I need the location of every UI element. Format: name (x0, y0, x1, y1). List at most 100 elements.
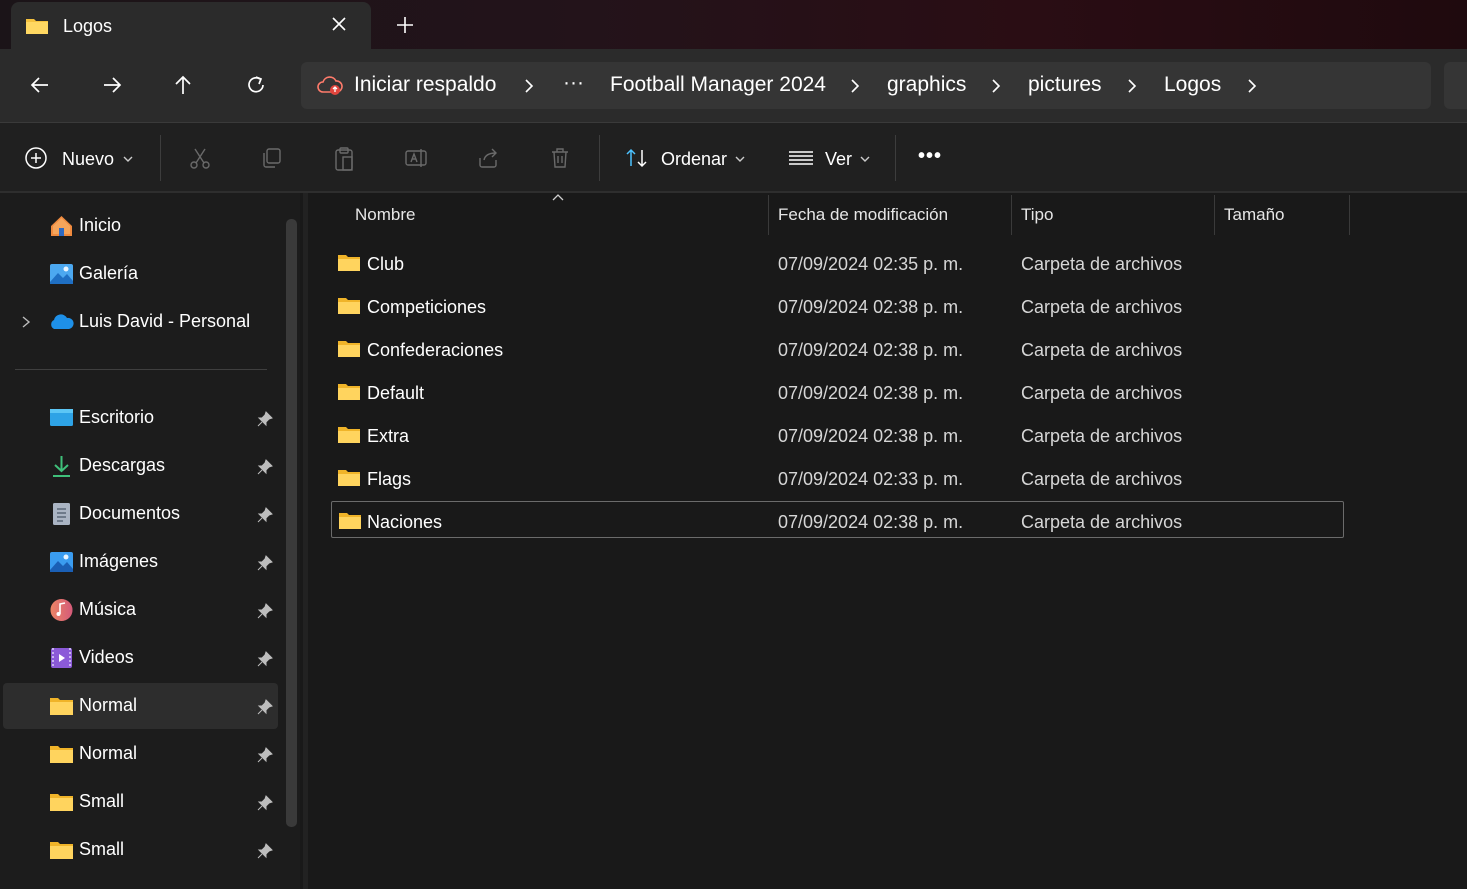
chevron-down-icon (860, 156, 870, 162)
column-separator[interactable] (1011, 195, 1012, 235)
sidebar-item-imagenes[interactable]: Imágenes (3, 539, 278, 585)
file-name: Default (367, 383, 425, 403)
arrow-up-icon[interactable] (169, 71, 197, 99)
file-name: Flags (367, 469, 412, 489)
column-header-type[interactable]: Tipo (1021, 205, 1053, 225)
chevron-right-icon[interactable] (20, 315, 32, 329)
sidebar-item-galeria[interactable]: Galería (3, 251, 278, 297)
file-name: Naciones (367, 512, 443, 532)
breadcrumb-overflow[interactable]: ··· (563, 71, 584, 95)
folder-icon (50, 698, 73, 715)
folder-icon (338, 384, 360, 400)
sidebar-item-videos[interactable]: Videos (3, 635, 278, 681)
cut-icon[interactable] (188, 146, 212, 170)
new-button[interactable]: Nuevo (18, 137, 143, 179)
sidebar-item-descargas[interactable]: Descargas (3, 443, 278, 489)
close-icon[interactable] (327, 12, 351, 36)
search-box[interactable] (1444, 62, 1467, 109)
folder-icon (50, 794, 73, 811)
column-header-size[interactable]: Tamaño (1224, 205, 1284, 225)
sidebar-item-label: Luis David - Personal (79, 311, 251, 331)
column-header-date[interactable]: Fecha de modificación (778, 205, 948, 225)
rename-icon[interactable] (404, 146, 430, 170)
breadcrumb-item-pictures[interactable]: pictures (1028, 73, 1102, 97)
chevron-right-icon[interactable] (521, 77, 537, 95)
download-icon (53, 456, 70, 477)
column-separator[interactable] (1349, 195, 1350, 235)
videos-icon (51, 648, 72, 668)
table-row[interactable]: Default 07/09/2024 02:38 p. m. Carpeta d… (331, 374, 1344, 411)
delete-icon[interactable] (548, 146, 572, 170)
cloud-backup-icon (317, 76, 343, 95)
more-options-button[interactable]: ••• (918, 145, 942, 168)
pin-icon[interactable] (256, 602, 274, 620)
sidebar-item-label: Normal (79, 695, 138, 715)
chevron-right-icon[interactable] (1124, 77, 1140, 95)
sidebar-item-escritorio[interactable]: Escritorio (3, 395, 278, 441)
gallery-icon (50, 264, 73, 284)
file-date: 07/09/2024 02:38 p. m. (778, 426, 964, 446)
chevron-down-icon (123, 156, 133, 162)
column-separator[interactable] (1214, 195, 1215, 235)
new-tab-icon[interactable] (392, 12, 418, 38)
navigation-pane: Inicio Galería Luis David - Personal Esc… (0, 193, 300, 889)
chevron-right-icon[interactable] (1244, 77, 1260, 95)
pin-icon[interactable] (256, 506, 274, 524)
view-button[interactable]: Ver (782, 137, 882, 179)
new-label: Nuevo (62, 149, 115, 169)
chevron-right-icon[interactable] (988, 77, 1004, 95)
sidebar-item-normal[interactable]: Normal (3, 731, 278, 777)
refresh-icon[interactable] (242, 71, 270, 99)
file-name: Extra (367, 426, 410, 446)
file-type: Carpeta de archivos (1021, 426, 1183, 446)
pin-icon[interactable] (256, 458, 274, 476)
sidebar-item-label: Inicio (79, 215, 122, 235)
sidebar-item-documentos[interactable]: Documentos (3, 491, 278, 537)
paste-icon[interactable] (332, 146, 356, 172)
sidebar-item-musica[interactable]: Música (3, 587, 278, 633)
sidebar-scrollbar[interactable] (286, 219, 297, 827)
chevron-right-icon[interactable] (847, 77, 863, 95)
table-row[interactable]: Extra 07/09/2024 02:38 p. m. Carpeta de … (331, 417, 1344, 454)
address-bar[interactable]: Iniciar respaldo ··· Football Manager 20… (301, 62, 1431, 109)
column-separator[interactable] (768, 195, 769, 235)
sort-icon (626, 148, 647, 168)
table-row[interactable]: Naciones 07/09/2024 02:38 p. m. Carpeta … (331, 501, 1344, 538)
sidebar-item-normal[interactable]: Normal (3, 683, 278, 729)
table-row[interactable]: Flags 07/09/2024 02:33 p. m. Carpeta de … (331, 460, 1344, 497)
home-icon (51, 216, 72, 236)
pin-icon[interactable] (256, 794, 274, 812)
table-row[interactable]: Club 07/09/2024 02:35 p. m. Carpeta de a… (331, 245, 1344, 282)
sidebar-item-inicio[interactable]: Inicio (3, 203, 278, 249)
tab-title: Logos (63, 16, 113, 36)
sidebar-item-label: Descargas (79, 455, 166, 475)
file-type: Carpeta de archivos (1021, 297, 1183, 317)
breadcrumb-backup[interactable]: Iniciar respaldo (354, 73, 496, 97)
table-row[interactable]: Confederaciones 07/09/2024 02:38 p. m. C… (331, 331, 1344, 368)
share-icon[interactable] (476, 146, 500, 170)
pin-icon[interactable] (256, 698, 274, 716)
sort-button[interactable]: Ordenar (618, 137, 758, 179)
breadcrumb-item-graphics[interactable]: graphics (887, 73, 966, 97)
sidebar-item-label: Galería (79, 263, 139, 283)
table-row[interactable]: Competiciones 07/09/2024 02:38 p. m. Car… (331, 288, 1344, 325)
arrow-left-icon[interactable] (26, 71, 54, 99)
sidebar-item-onedrive[interactable]: Luis David - Personal (3, 299, 278, 345)
pin-icon[interactable] (256, 842, 274, 860)
file-date: 07/09/2024 02:38 p. m. (778, 512, 964, 532)
file-name: Competiciones (367, 297, 487, 317)
tab-logos[interactable]: Logos (11, 2, 371, 49)
sidebar-separator (15, 369, 267, 370)
title-bar: Logos (0, 0, 1467, 49)
pin-icon[interactable] (256, 554, 274, 572)
breadcrumb-item-football-manager[interactable]: Football Manager 2024 (610, 73, 826, 97)
sidebar-item-small[interactable]: Small (3, 779, 278, 825)
sidebar-item-small[interactable]: Small (3, 827, 278, 873)
pin-icon[interactable] (256, 650, 274, 668)
pin-icon[interactable] (256, 410, 274, 428)
pin-icon[interactable] (256, 746, 274, 764)
breadcrumb-item-logos[interactable]: Logos (1164, 73, 1221, 97)
arrow-right-icon[interactable] (98, 71, 126, 99)
column-header-name[interactable]: Nombre (355, 205, 415, 225)
copy-icon[interactable] (260, 146, 284, 170)
